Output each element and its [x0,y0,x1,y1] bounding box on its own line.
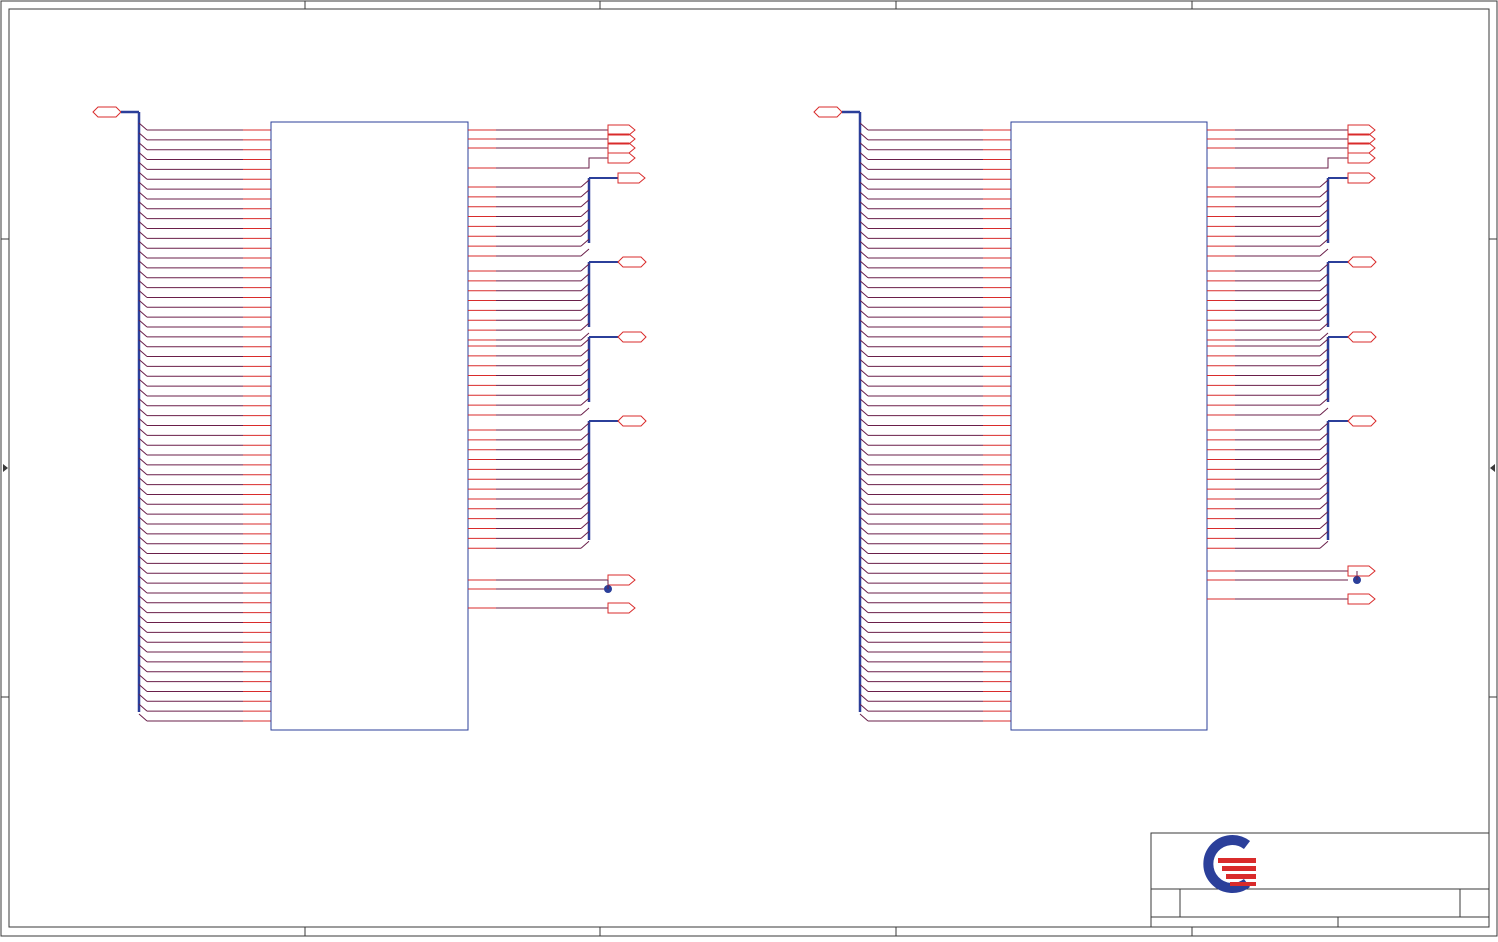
component-body [270,121,469,731]
bus-port-input [813,106,843,118]
outer-border [0,0,1498,937]
signal-port-output [607,574,636,586]
bus-entry [859,713,869,722]
bus-port-bidir [617,331,647,343]
bus-entry [1319,248,1329,257]
wire-right [1235,157,1348,169]
logo-stripe [1226,874,1256,879]
bus-entry [1319,407,1329,416]
bus-entry [580,407,590,416]
schematic-right [813,106,1377,731]
signal-port-output [607,602,636,614]
bus-port-bidir [1347,256,1377,268]
zone-arrow-left [3,464,8,472]
schematic-canvas [0,0,1498,937]
bus-port-bidir [1347,331,1377,343]
bus-entry [138,713,148,722]
bus-port-input [92,106,122,118]
signal-port-output [1347,152,1376,164]
logo-stripe [1222,866,1256,871]
title-block-frame [1150,832,1490,928]
bus-entry [580,248,590,257]
bus-port-bidir [1347,415,1377,427]
bus-entry [580,540,590,549]
sheet-frame [0,0,1498,937]
zone-arrow-right [1490,464,1495,472]
wire-right [496,157,608,169]
signal-port-output [1347,593,1376,605]
schematic-left [92,106,647,731]
company-logo-icon [1203,835,1256,893]
inner-border [8,8,1490,928]
logo-stripe [1230,882,1256,886]
bus-port-output [617,172,646,184]
logo-ring [1203,835,1251,893]
bus-port-bidir [617,415,647,427]
bus-port-bidir [617,256,647,268]
bus-port-output [1347,172,1376,184]
component-body [1010,121,1208,731]
title-block [1150,832,1490,928]
logo-stripe [1218,858,1256,863]
signal-port-output [607,152,636,164]
bus-entry [1319,540,1329,549]
schematic-sheet [0,0,1498,937]
signal-port-output [1347,565,1376,577]
